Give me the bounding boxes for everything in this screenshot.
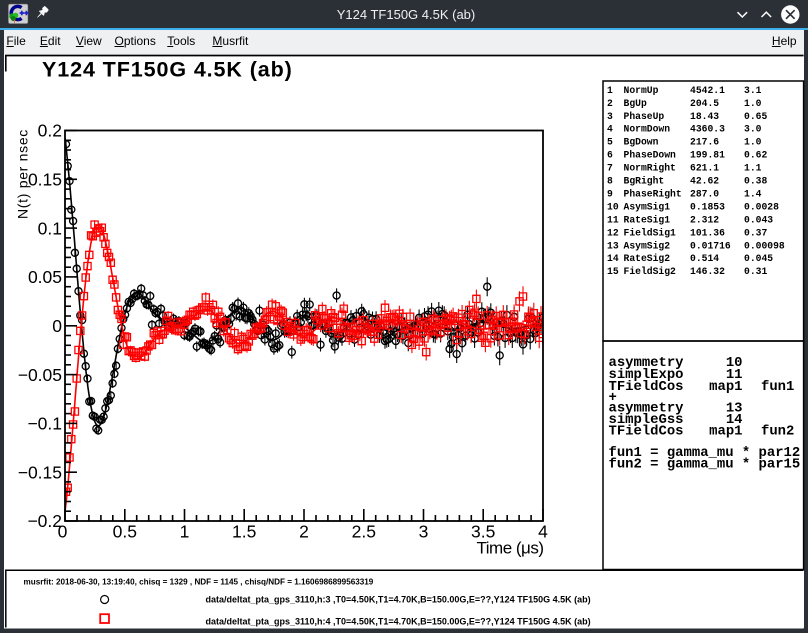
svg-text:N(t) per nsec: N(t) per nsec: [15, 129, 31, 219]
svg-text:2: 2: [299, 522, 309, 542]
svg-text:14RateSig20.5140.045: 14RateSig20.5140.045: [607, 253, 773, 264]
svg-text:11RateSig12.3120.043: 11RateSig12.3120.043: [607, 214, 773, 225]
svg-text:0.2: 0.2: [38, 121, 62, 141]
svg-text:10AsymSig10.18530.0028: 10AsymSig10.18530.0028: [607, 201, 779, 212]
svg-text:3: 3: [419, 522, 429, 542]
svg-text:Y124 TF150G 4.5K (ab): Y124 TF150G 4.5K (ab): [337, 7, 476, 22]
svg-text:−0.1: −0.1: [27, 414, 62, 434]
svg-text:0.05: 0.05: [28, 267, 62, 287]
svg-text:−0.15: −0.15: [18, 462, 62, 482]
svg-text:0.5: 0.5: [113, 522, 137, 542]
svg-text:1: 1: [180, 522, 190, 542]
svg-text:0: 0: [58, 522, 68, 542]
svg-text:1.5: 1.5: [232, 522, 256, 542]
svg-text:musrfit: 2018-06-30, 13:19:40,: musrfit: 2018-06-30, 13:19:40, chisq = 1…: [24, 577, 374, 586]
svg-text:data/deltat_pta_gps_3110,h:3 ,: data/deltat_pta_gps_3110,h:3 ,T0=4.50K,T…: [206, 594, 591, 604]
svg-text:Y124 TF150G 4.5K (ab): Y124 TF150G 4.5K (ab): [42, 58, 293, 82]
svg-text:13AsymSig20.017160.00098: 13AsymSig20.017160.00098: [607, 240, 785, 251]
svg-text:0.1: 0.1: [38, 218, 62, 238]
svg-text:data/deltat_pta_gps_3110,h:4 ,: data/deltat_pta_gps_3110,h:4 ,T0=4.50K,T…: [206, 616, 591, 626]
svg-text:2.5: 2.5: [352, 522, 376, 542]
svg-text:Time (μs): Time (μs): [477, 539, 544, 558]
svg-text:−0.05: −0.05: [18, 365, 62, 385]
svg-text:0: 0: [52, 316, 62, 336]
svg-text:0.15: 0.15: [28, 170, 62, 190]
svg-text:fun2 = gamma_mu * par15: fun2 = gamma_mu * par15: [609, 456, 801, 472]
